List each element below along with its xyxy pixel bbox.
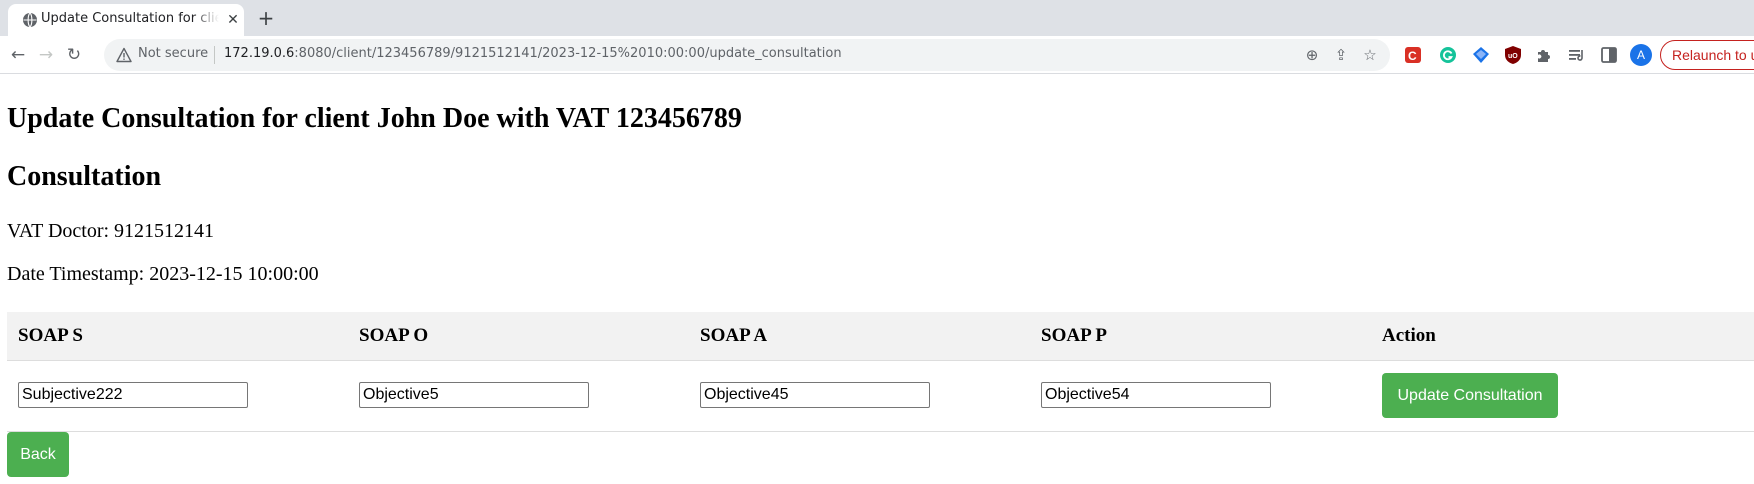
browser-toolbar: ← → ↻ Not secure 172.19.0.6:8080/client/…	[0, 36, 1754, 74]
tab-title: Update Consultation for client John Doe …	[41, 11, 219, 26]
soap-o-input[interactable]	[359, 382, 589, 408]
grammarly-icon[interactable]	[1437, 44, 1459, 66]
url-path: :8080/client/123456789/9121512141/2023-1…	[294, 46, 842, 61]
extension-blue-icon[interactable]	[1470, 44, 1492, 66]
date-timestamp-text: Date Timestamp: 2023-12-15 10:00:00	[7, 263, 319, 285]
address-divider	[214, 46, 215, 64]
section-title: Consultation	[7, 161, 162, 192]
back-button[interactable]: Back	[7, 432, 69, 477]
page-content: Update Consultation for client John Doe …	[0, 75, 1754, 484]
browser-tab[interactable]: Update Consultation for client John Doe …	[8, 4, 244, 36]
svg-text:uO: uO	[1508, 53, 1518, 60]
address-bar[interactable]: Not secure 172.19.0.6:8080/client/123456…	[104, 39, 1390, 71]
relaunch-button[interactable]: Relaunch to update	[1660, 40, 1754, 70]
reload-icon[interactable]: ↻	[62, 43, 86, 67]
url-host: 172.19.0.6	[224, 46, 295, 61]
page-title: Update Consultation for client John Doe …	[7, 103, 742, 134]
globe-icon	[23, 12, 37, 28]
column-header-action: Action	[1382, 325, 1436, 346]
column-header-soap-s: SOAP S	[18, 325, 83, 346]
forward-arrow-icon[interactable]: →	[34, 43, 58, 67]
soap-p-input[interactable]	[1041, 382, 1271, 408]
profile-avatar[interactable]: A	[1630, 44, 1652, 66]
new-tab-button[interactable]: +	[254, 6, 278, 30]
consultation-table: SOAP S SOAP O SOAP A SOAP P Action Updat…	[7, 312, 1754, 432]
security-label: Not secure	[138, 46, 209, 61]
tab-close-icon[interactable]: ✕	[224, 11, 242, 29]
side-panel-icon[interactable]	[1598, 44, 1620, 66]
column-header-soap-o: SOAP O	[359, 325, 429, 346]
update-consultation-button[interactable]: Update Consultation	[1382, 373, 1558, 418]
site-info-icon[interactable]	[116, 47, 132, 63]
table-row: Update Consultation	[7, 361, 1754, 432]
url-text[interactable]: 172.19.0.6:8080/client/123456789/9121512…	[224, 46, 842, 61]
share-icon[interactable]: ⇪	[1331, 45, 1351, 65]
svg-text:C: C	[1408, 49, 1417, 63]
soap-s-input[interactable]	[18, 382, 248, 408]
ublock-icon[interactable]: uO	[1502, 44, 1524, 66]
extensions-puzzle-icon[interactable]	[1533, 44, 1555, 66]
zoom-icon[interactable]: ⊕	[1302, 45, 1322, 65]
table-header-row: SOAP S SOAP O SOAP A SOAP P Action	[7, 312, 1754, 361]
column-header-soap-p: SOAP P	[1041, 325, 1107, 346]
back-arrow-icon[interactable]: ←	[6, 43, 30, 67]
soap-a-input[interactable]	[700, 382, 930, 408]
star-icon[interactable]: ☆	[1360, 45, 1380, 65]
extension-c-icon[interactable]: C	[1402, 44, 1424, 66]
tab-strip: Update Consultation for client John Doe …	[0, 0, 1754, 36]
column-header-soap-a: SOAP A	[700, 325, 768, 346]
vat-doctor-text: VAT Doctor: 9121512141	[7, 220, 215, 242]
reading-list-icon[interactable]	[1566, 44, 1588, 66]
